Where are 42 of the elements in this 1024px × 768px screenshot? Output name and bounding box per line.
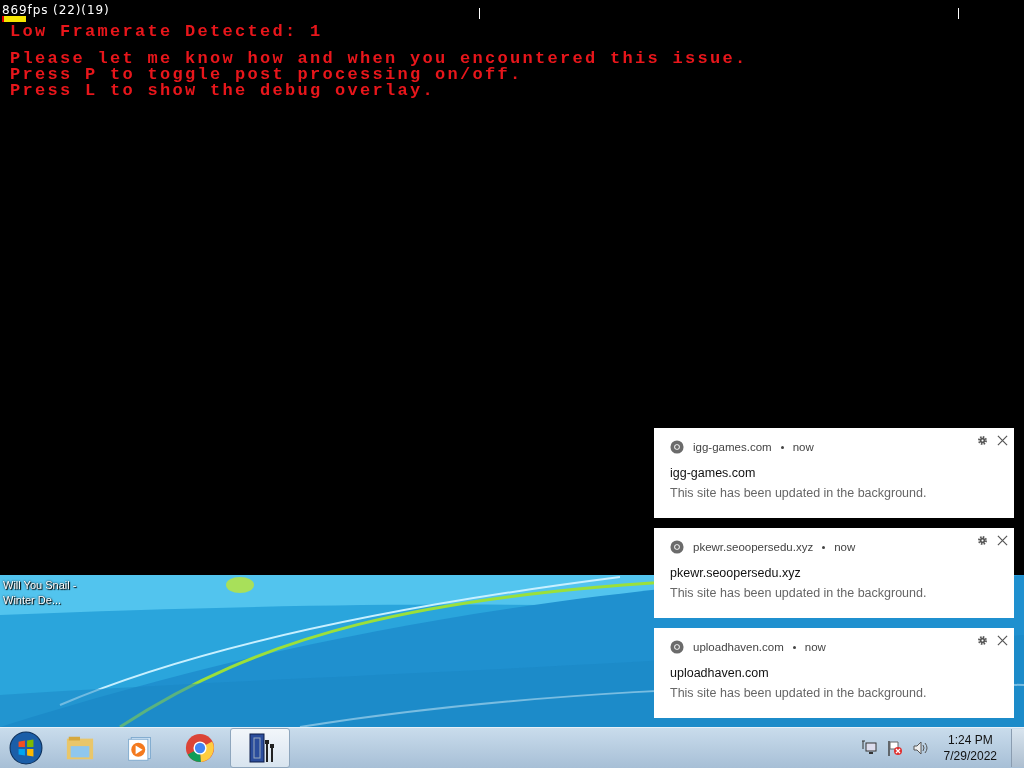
settings-icon[interactable] bbox=[977, 435, 988, 446]
flag-icon[interactable] bbox=[886, 740, 903, 756]
frametime-bar bbox=[2, 16, 26, 22]
message-text: Please let me know how and when you encountered this issue. bbox=[10, 51, 748, 67]
browser-icon bbox=[670, 540, 684, 554]
network-icon[interactable] bbox=[860, 740, 877, 756]
notification-message: This site has been updated in the background. bbox=[670, 685, 928, 701]
tick-mark bbox=[958, 8, 959, 19]
browser-icon bbox=[670, 440, 684, 454]
separator-dot bbox=[780, 445, 784, 449]
close-icon[interactable] bbox=[997, 635, 1008, 646]
speaker-icon[interactable] bbox=[912, 740, 929, 756]
notification-source: igg-games.com bbox=[693, 441, 772, 453]
separator-dot bbox=[822, 545, 826, 549]
notification-time: now bbox=[834, 541, 856, 553]
browser-icon bbox=[185, 733, 215, 763]
settings-icon[interactable] bbox=[977, 535, 988, 546]
notification-message: This site has been updated in the background. bbox=[670, 485, 928, 501]
clock-date[interactable]: 7/29/2022 bbox=[943, 748, 997, 764]
fps-counter: 869fps (22)(19) bbox=[2, 3, 110, 17]
separator-dot bbox=[792, 645, 796, 649]
message-text: Press P to toggle post processing on/off. bbox=[10, 67, 523, 83]
message-text: Press L to show the debug overlay. bbox=[10, 83, 436, 99]
start-button[interactable] bbox=[6, 729, 46, 767]
notification-time: now bbox=[792, 441, 814, 453]
tick-mark bbox=[479, 8, 480, 19]
clock-time[interactable]: 1:24 PM bbox=[947, 732, 993, 748]
warning-text: Low Framerate Detected: 1 bbox=[10, 24, 323, 40]
notification-title: pkewr.seoopersedu.xyz bbox=[670, 565, 802, 581]
notification-message: This site has been updated in the background. bbox=[670, 585, 928, 601]
windows-logo-icon bbox=[9, 731, 43, 765]
browser-icon bbox=[670, 640, 684, 654]
notification-source: uploadhaven.com bbox=[693, 641, 784, 653]
notification-source: pkewr.seoopersedu.xyz bbox=[693, 541, 814, 553]
notification-time: now bbox=[804, 641, 826, 653]
close-icon[interactable] bbox=[997, 535, 1008, 546]
settings-icon[interactable] bbox=[977, 635, 988, 646]
close-icon[interactable] bbox=[997, 435, 1008, 446]
notification-title: uploadhaven.com bbox=[670, 665, 770, 681]
notification-title: igg-games.com bbox=[670, 465, 757, 481]
media-player-icon bbox=[126, 734, 154, 762]
taskbar-button[interactable] bbox=[230, 728, 290, 768]
